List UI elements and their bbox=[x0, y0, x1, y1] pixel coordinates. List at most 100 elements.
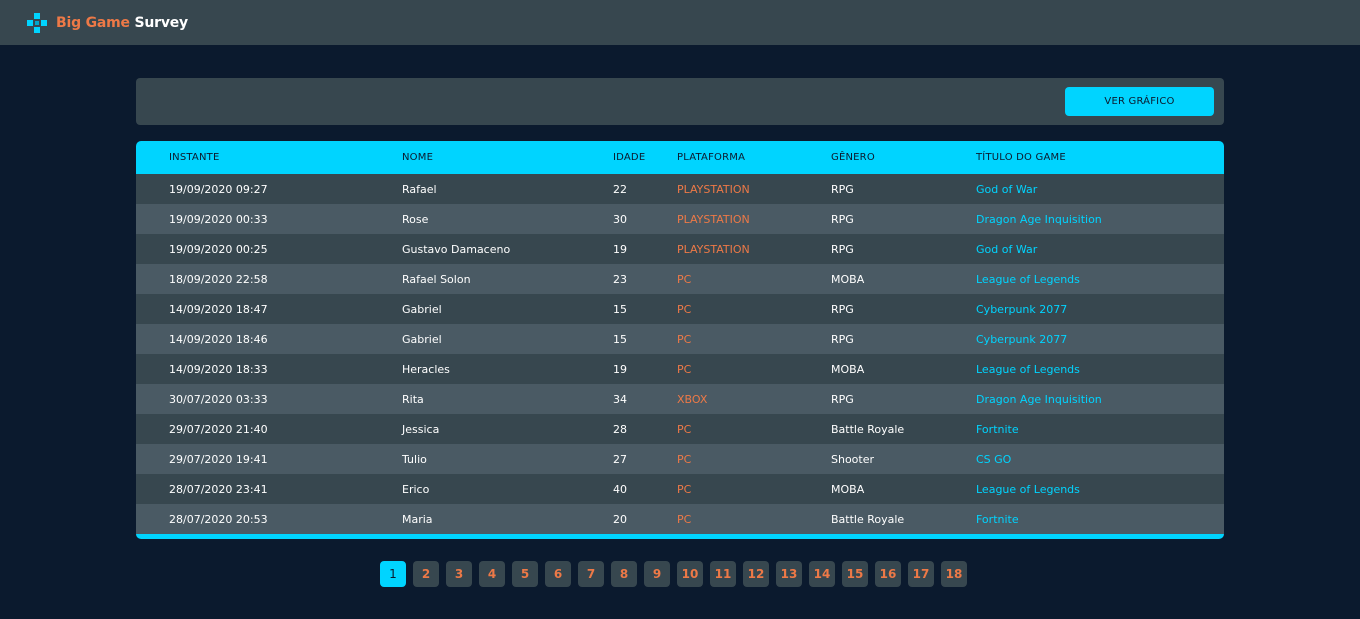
cell-platform: PLAYSTATION bbox=[677, 182, 750, 196]
table-row: 28/07/2020 20:53 Maria 20 PC Battle Royale Fo… bbox=[136, 504, 1224, 534]
app-logo[interactable]: Big Game Survey bbox=[56, 15, 188, 31]
cell-age: 34 bbox=[613, 392, 627, 406]
cell-platform: PC bbox=[677, 452, 692, 466]
cell-instant: 14/09/2020 18:46 bbox=[169, 332, 268, 346]
page-button-18[interactable]: 18 bbox=[941, 561, 967, 587]
table-row: 19/09/2020 09:27 Rafael 22 PLAYSTATION RPG Go… bbox=[136, 174, 1224, 204]
header-age: IDADE bbox=[613, 152, 646, 163]
cell-age: 27 bbox=[613, 452, 627, 466]
cell-genre: RPG bbox=[831, 302, 854, 316]
cell-name: Rita bbox=[402, 392, 424, 406]
cell-game-title: CS GO bbox=[976, 452, 1012, 466]
cell-genre: MOBA bbox=[831, 272, 865, 286]
navbar: Big Game Survey bbox=[0, 0, 1360, 45]
cell-age: 30 bbox=[613, 212, 627, 226]
page-button-12[interactable]: 12 bbox=[743, 561, 769, 587]
page-button-1[interactable]: 1 bbox=[380, 561, 406, 587]
header-name: NOME bbox=[402, 152, 434, 163]
cell-instant: 29/07/2020 21:40 bbox=[169, 422, 268, 436]
page-button-16[interactable]: 16 bbox=[875, 561, 901, 587]
cell-platform: PLAYSTATION bbox=[677, 242, 750, 256]
cell-instant: 19/09/2020 00:33 bbox=[169, 212, 268, 226]
header-genre: GÊNERO bbox=[831, 152, 875, 163]
table-row: 29/07/2020 19:41 Tulio 27 PC Shooter CS GO bbox=[136, 444, 1224, 474]
cell-genre: RPG bbox=[831, 182, 854, 196]
table-body: 19/09/2020 09:27 Rafael 22 PLAYSTATION RPG Go… bbox=[136, 174, 1224, 534]
table-row: 28/07/2020 23:41 Erico 40 PC MOBA League of L… bbox=[136, 474, 1224, 504]
page-button-6[interactable]: 6 bbox=[545, 561, 571, 587]
page-button-2[interactable]: 2 bbox=[413, 561, 439, 587]
cell-game-title: Cyberpunk 2077 bbox=[976, 332, 1068, 346]
cell-age: 15 bbox=[613, 332, 627, 346]
cell-age: 19 bbox=[613, 362, 627, 376]
cell-name: Jessica bbox=[402, 422, 440, 436]
table-row: 14/09/2020 18:33 Heracles 19 PC MOBA League o… bbox=[136, 354, 1224, 384]
cell-name: Gustavo Damaceno bbox=[402, 242, 511, 256]
cell-genre: MOBA bbox=[831, 482, 865, 496]
cell-game-title: Fortnite bbox=[976, 422, 1019, 436]
pagination: 1 2 3 4 5 6 7 8 9 10 11 12 13 14 15 16 17 18 bbox=[380, 561, 967, 587]
cell-name: Gabriel bbox=[402, 332, 442, 346]
table-row: 19/09/2020 00:33 Rose 30 PLAYSTATION RPG Drag… bbox=[136, 204, 1224, 234]
cell-genre: RPG bbox=[831, 212, 854, 226]
cell-age: 23 bbox=[613, 272, 627, 286]
cell-genre: Shooter bbox=[831, 452, 875, 466]
table-row: 14/09/2020 18:47 Gabriel 15 PC RPG Cyberpunk … bbox=[136, 294, 1224, 324]
page-button-4[interactable]: 4 bbox=[479, 561, 505, 587]
records-table: INSTANTE NOME IDADE PLATAFORMA GÊNERO TÍTULO … bbox=[136, 141, 1224, 534]
cell-genre: MOBA bbox=[831, 362, 865, 376]
cell-genre: Battle Royale bbox=[831, 422, 905, 436]
cell-platform: PC bbox=[677, 332, 692, 346]
cell-name: Tulio bbox=[402, 452, 427, 466]
cell-game-title: Dragon Age Inquisition bbox=[976, 212, 1102, 226]
header-game-title: TÍTULO DO GAME bbox=[976, 152, 1066, 163]
cell-name: Rose bbox=[402, 212, 429, 226]
cell-platform: PC bbox=[677, 482, 692, 496]
page-button-10[interactable]: 10 bbox=[677, 561, 703, 587]
page-button-7[interactable]: 7 bbox=[578, 561, 604, 587]
cell-game-title: League of Legends bbox=[976, 362, 1080, 376]
brand-name: Big Game bbox=[56, 14, 130, 31]
cell-instant: 28/07/2020 20:53 bbox=[169, 512, 268, 526]
cell-game-title: League of Legends bbox=[976, 482, 1080, 496]
cell-game-title: God of War bbox=[976, 182, 1038, 196]
page-button-15[interactable]: 15 bbox=[842, 561, 868, 587]
gamepad-icon bbox=[27, 12, 47, 33]
table-row: 30/07/2020 03:33 Rita 34 XBOX RPG Dragon Age … bbox=[136, 384, 1224, 414]
header-platform: PLATAFORMA bbox=[677, 152, 746, 163]
cell-platform: PC bbox=[677, 302, 692, 316]
table-header-row: INSTANTE NOME IDADE PLATAFORMA GÊNERO TÍTULO … bbox=[136, 141, 1224, 174]
cell-age: 19 bbox=[613, 242, 627, 256]
cell-name: Rafael bbox=[402, 182, 437, 196]
cell-instant: 29/07/2020 19:41 bbox=[169, 452, 268, 466]
cell-game-title: Cyberpunk 2077 bbox=[976, 302, 1068, 316]
cell-instant: 28/07/2020 23:41 bbox=[169, 482, 268, 496]
cell-game-title: Fortnite bbox=[976, 512, 1019, 526]
records-table-container: INSTANTE NOME IDADE PLATAFORMA GÊNERO TÍTULO … bbox=[136, 141, 1224, 539]
table-row: 14/09/2020 18:46 Gabriel 15 PC RPG Cyberpunk … bbox=[136, 324, 1224, 354]
cell-instant: 18/09/2020 22:58 bbox=[169, 272, 268, 286]
page-button-5[interactable]: 5 bbox=[512, 561, 538, 587]
cell-platform: PC bbox=[677, 272, 692, 286]
cell-age: 20 bbox=[613, 512, 627, 526]
page-button-17[interactable]: 17 bbox=[908, 561, 934, 587]
page-button-14[interactable]: 14 bbox=[809, 561, 835, 587]
page-button-8[interactable]: 8 bbox=[611, 561, 637, 587]
cell-name: Erico bbox=[402, 482, 430, 496]
cell-game-title: God of War bbox=[976, 242, 1038, 256]
cell-platform: PLAYSTATION bbox=[677, 212, 750, 226]
cell-platform: XBOX bbox=[677, 392, 708, 406]
page-button-11[interactable]: 11 bbox=[710, 561, 736, 587]
cell-name: Gabriel bbox=[402, 302, 442, 316]
cell-genre: RPG bbox=[831, 392, 854, 406]
cell-genre: RPG bbox=[831, 332, 854, 346]
view-chart-button[interactable]: VER GRÁFICO bbox=[1065, 87, 1214, 116]
cell-instant: 14/09/2020 18:47 bbox=[169, 302, 268, 316]
cell-name: Heracles bbox=[402, 362, 450, 376]
page-button-9[interactable]: 9 bbox=[644, 561, 670, 587]
cell-instant: 14/09/2020 18:33 bbox=[169, 362, 268, 376]
page-button-13[interactable]: 13 bbox=[776, 561, 802, 587]
page-button-3[interactable]: 3 bbox=[446, 561, 472, 587]
cell-platform: PC bbox=[677, 422, 692, 436]
cell-instant: 19/09/2020 00:25 bbox=[169, 242, 268, 256]
